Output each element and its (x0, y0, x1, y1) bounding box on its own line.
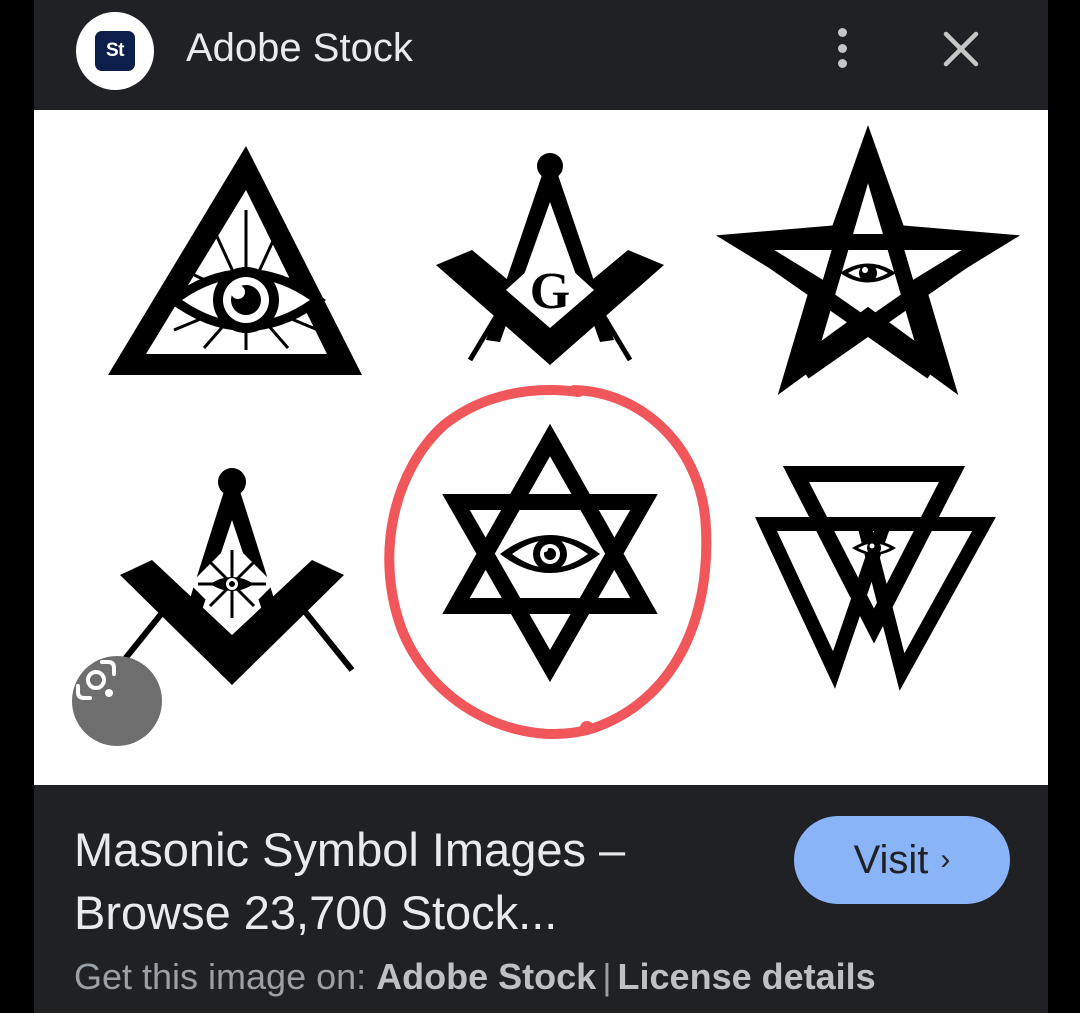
visit-button[interactable]: Visit › (794, 816, 1010, 904)
close-icon[interactable] (934, 22, 988, 76)
adobe-stock-logo-icon: St (95, 31, 135, 71)
preview-image[interactable]: G (34, 110, 1048, 785)
site-logo[interactable]: St (76, 12, 154, 90)
square-and-compass-eye-symbol (113, 468, 355, 685)
all-seeing-eye-triangle-symbol (108, 146, 362, 375)
pentagram-eye-symbol (715, 125, 1021, 395)
chevron-right-icon: › (940, 843, 951, 876)
footer-separator: | (602, 956, 612, 997)
source-line: Get this image on: Adobe Stock | License d… (74, 956, 876, 998)
logo-text: St (106, 40, 125, 61)
license-details-link[interactable]: License details (618, 956, 876, 997)
image-preview-panel: St Adobe Stock G Masonic Symbol Images –… (34, 0, 1048, 1013)
site-name[interactable]: Adobe Stock (186, 24, 413, 72)
masonic-symbols-image: G (108, 125, 1021, 739)
source-link[interactable]: Adobe Stock (376, 956, 596, 997)
visit-label: Visit (853, 837, 929, 882)
svg-text:G: G (530, 263, 570, 320)
result-title[interactable]: Masonic Symbol Images – Browse 23,700 St… (74, 818, 754, 944)
source-prefix: Get this image on: (74, 956, 377, 997)
double-inverted-triangle-eye-symbol (755, 466, 996, 691)
more-vert-icon[interactable] (824, 26, 860, 70)
square-and-compass-g-symbol: G (436, 153, 664, 365)
hexagram-eye-symbol (442, 423, 658, 683)
google-lens-icon[interactable] (72, 656, 162, 746)
panel-header: St Adobe Stock (34, 0, 1048, 110)
